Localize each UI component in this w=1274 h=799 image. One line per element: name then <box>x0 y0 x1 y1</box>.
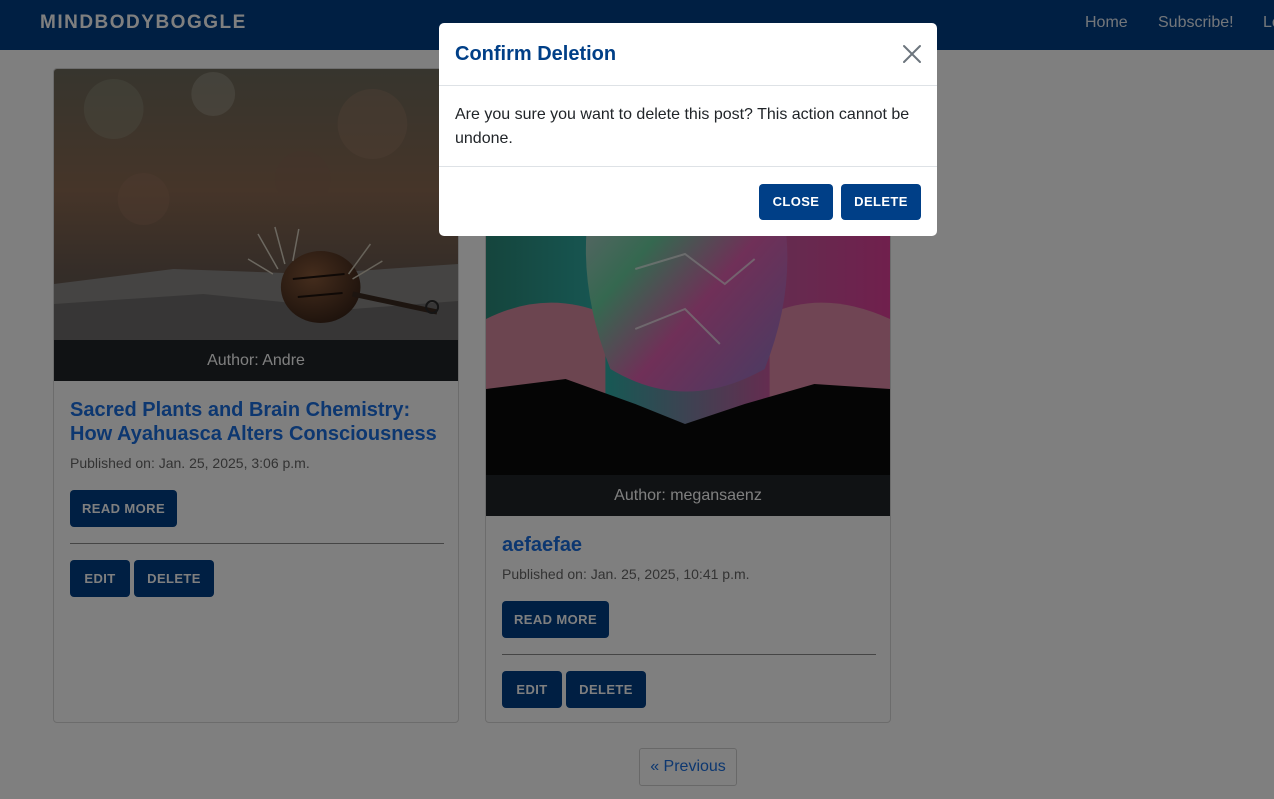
close-icon[interactable] <box>901 43 923 65</box>
close-button[interactable]: CLOSE <box>759 184 833 220</box>
modal-body-text: Are you sure you want to delete this pos… <box>455 106 910 147</box>
modal-header: Confirm Deletion <box>439 23 937 86</box>
modal-title: Confirm Deletion <box>455 43 617 65</box>
modal-footer: CLOSE DELETE <box>439 166 937 236</box>
confirm-delete-button[interactable]: DELETE <box>841 184 921 220</box>
confirm-deletion-modal: Confirm Deletion Are you sure you want t… <box>439 23 937 236</box>
